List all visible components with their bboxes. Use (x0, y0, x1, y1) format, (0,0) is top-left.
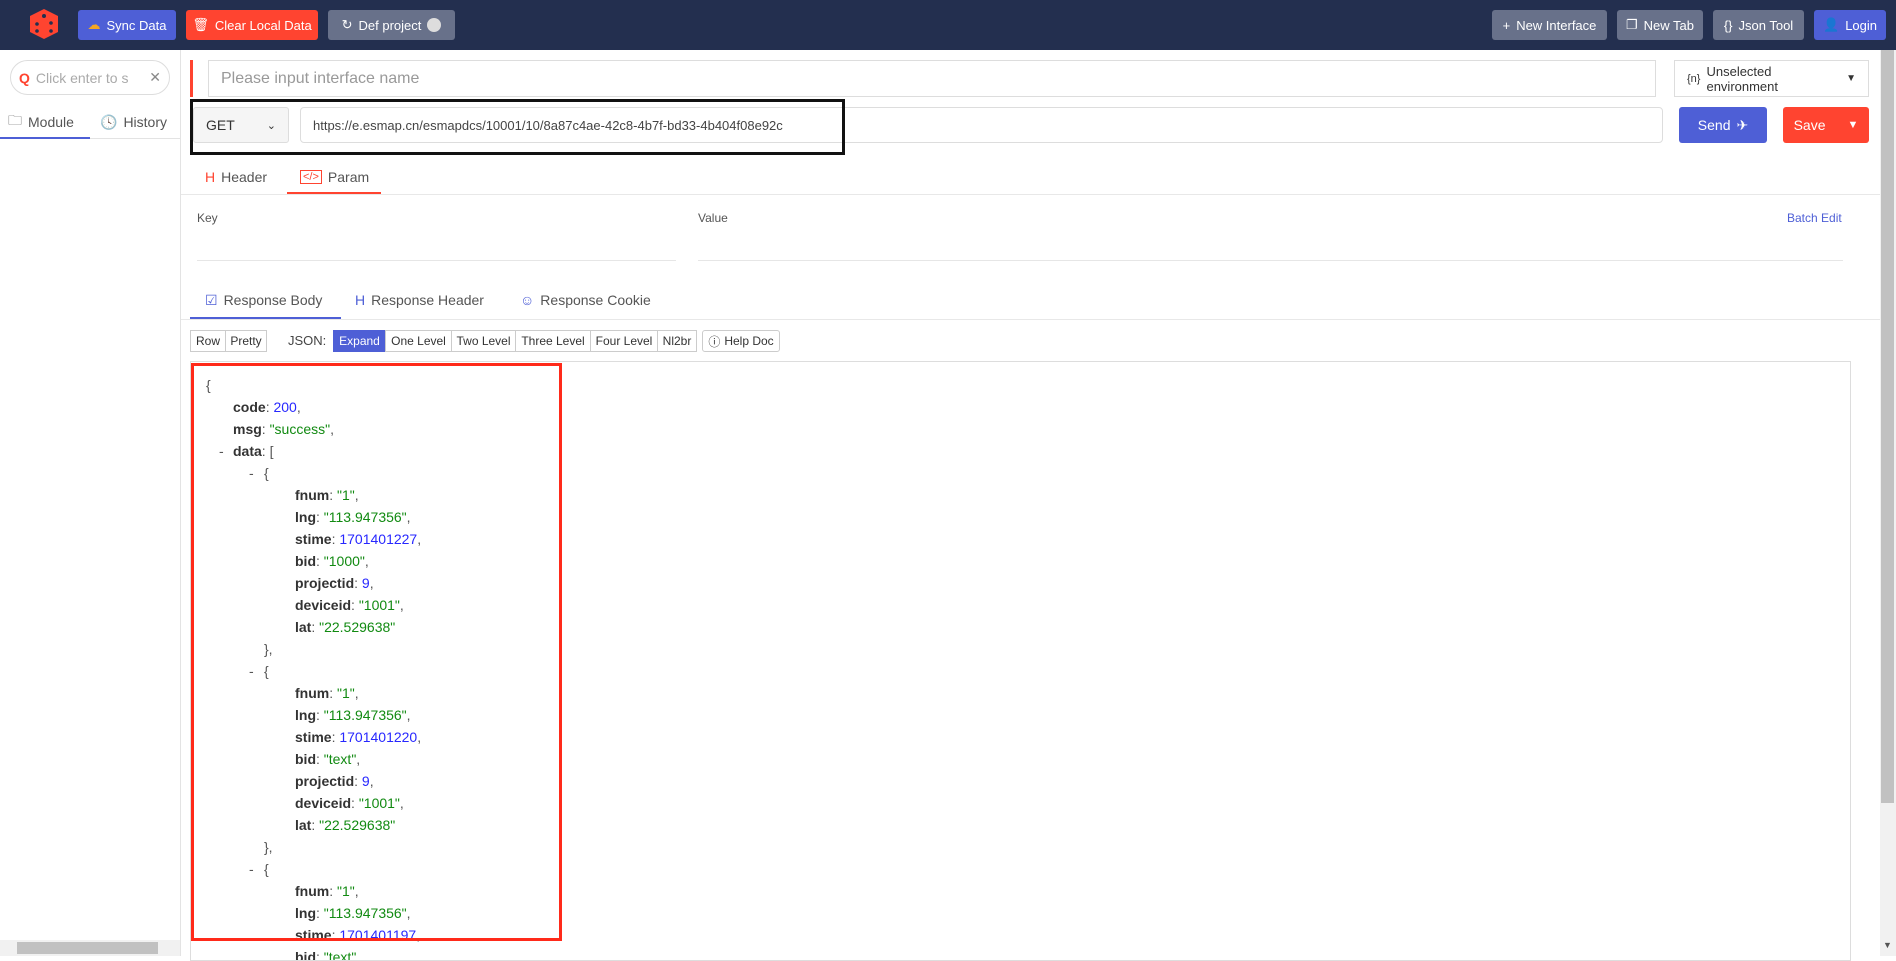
divider (181, 194, 1880, 195)
environment-select[interactable]: {n} Unselected environment ▼ (1674, 60, 1869, 97)
json-tool-button[interactable]: {} Json Tool (1713, 10, 1804, 40)
cloud-icon: ☁ (87, 17, 101, 32)
tab-response-body[interactable]: ☑ Response Body (205, 283, 322, 317)
four-level-button[interactable]: Four Level (590, 330, 658, 352)
highlight-box (190, 99, 845, 155)
header-icon: H (355, 292, 366, 308)
project-avatar (427, 18, 442, 32)
login-button[interactable]: 👤 Login (1814, 10, 1886, 40)
code-file-icon: </> (300, 170, 322, 184)
help-doc-button[interactable]: ⓘ Help Doc (702, 330, 780, 352)
active-tab-indicator (0, 137, 90, 139)
value-column-label: Value (698, 211, 728, 225)
trash-icon: 🗑 (192, 17, 209, 32)
braces-icon: {} (1723, 17, 1733, 33)
checkbox-icon: ☑ (205, 291, 218, 308)
tab-param[interactable]: </> Param (300, 160, 369, 194)
param-value-input[interactable] (698, 232, 1843, 261)
expand-level-button[interactable]: Expand (333, 330, 386, 352)
pretty-view-button[interactable]: Pretty (225, 330, 267, 352)
interface-name-input[interactable]: Please input interface name (208, 60, 1656, 97)
tab-response-header[interactable]: H Response Header (355, 283, 484, 317)
clear-local-data-button[interactable]: 🗑 Clear Local Data (186, 10, 318, 40)
three-level-button[interactable]: Three Level (515, 330, 591, 352)
new-interface-button[interactable]: + New Interface (1492, 10, 1607, 40)
one-level-button[interactable]: One Level (385, 330, 452, 352)
row-view-button[interactable]: Row (190, 330, 226, 352)
scrollbar-thumb[interactable] (1881, 50, 1894, 803)
scroll-down-arrow-icon[interactable]: ▼ (1883, 940, 1892, 950)
caret-down-icon: ▼ (1846, 73, 1856, 84)
cookie-icon: ☺ (520, 292, 535, 308)
caret-down-icon[interactable]: ▼ (1848, 119, 1859, 131)
sidebar-tab-module[interactable]: 🗀 Module (8, 105, 74, 139)
sidebar-tab-history[interactable]: 🕓 History (100, 105, 167, 139)
sidebar-search-input[interactable]: Q Click enter to s ✕ (10, 60, 170, 95)
new-tab-button[interactable]: ❐ New Tab (1617, 10, 1703, 40)
project-button[interactable]: ↻ Def project (328, 10, 455, 40)
sync-data-button[interactable]: ☁ Sync Data (78, 10, 176, 40)
search-icon: Q (19, 69, 30, 86)
send-button[interactable]: Send ✈ (1679, 107, 1767, 143)
refresh-icon: ↻ (341, 17, 353, 32)
nl2br-button[interactable]: Nl2br (657, 330, 697, 352)
plus-icon: + (1502, 17, 1511, 33)
batch-edit-link[interactable]: Batch Edit (1787, 211, 1842, 225)
folder-icon: 🗀 (8, 112, 22, 128)
user-icon: 👤 (1823, 17, 1840, 32)
key-column-label: Key (197, 211, 218, 225)
tab-header[interactable]: H Header (205, 160, 267, 194)
divider (181, 319, 1880, 320)
json-key: bid (295, 949, 316, 961)
help-icon: ⓘ (708, 334, 721, 349)
vertical-scrollbar[interactable]: ▼ (1880, 50, 1896, 956)
json-label: JSON: (288, 333, 327, 348)
clear-icon[interactable]: ✕ (149, 69, 161, 86)
dice-logo-icon (30, 9, 58, 39)
clock-icon: 🕓 (100, 113, 118, 130)
horizontal-scrollbar[interactable] (0, 940, 180, 956)
scrollbar-thumb[interactable] (17, 942, 158, 954)
json-value: "text" (323, 949, 357, 961)
sidebar: Q Click enter to s ✕ 🗀 Module 🕓 History (0, 50, 181, 956)
paper-plane-icon: ✈ (1736, 116, 1749, 133)
required-marker (190, 60, 193, 97)
json-line: bid: "text", (295, 946, 360, 961)
highlight-box (191, 363, 562, 941)
two-level-button[interactable]: Two Level (451, 330, 516, 352)
param-key-input[interactable] (197, 232, 676, 261)
header-icon: H (205, 169, 216, 185)
tab-response-cookie[interactable]: ☺ Response Cookie (520, 283, 651, 317)
top-bar: ☁ Sync Data 🗑 Clear Local Data ↻ Def projec… (0, 0, 1896, 50)
save-button[interactable]: Save ▼ (1783, 107, 1869, 143)
window-icon: ❐ (1626, 17, 1638, 32)
